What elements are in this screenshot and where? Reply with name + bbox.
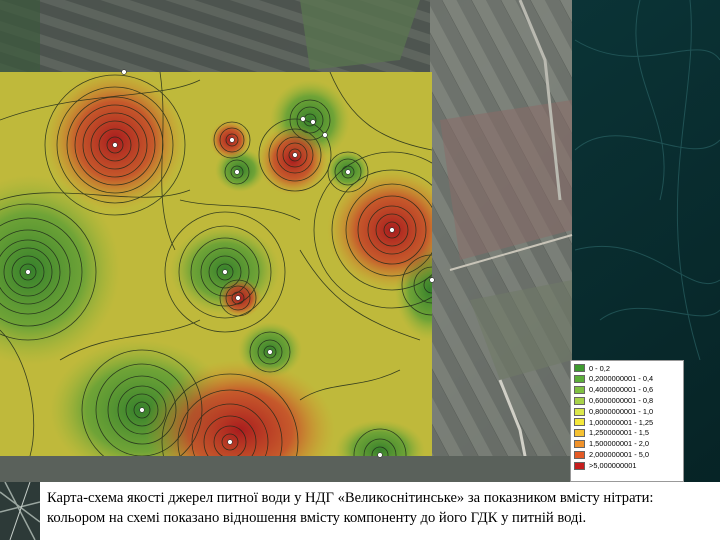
caption: Карта-схема якості джерел питної води у …	[40, 482, 720, 540]
legend-swatch	[574, 396, 585, 405]
legend-label: 1,500000001 - 2,0	[589, 439, 649, 449]
legend-swatch	[574, 429, 585, 438]
well-marker	[267, 349, 273, 355]
well-marker	[229, 137, 235, 143]
legend-item: 0,8000000001 - 1,0	[574, 406, 680, 417]
legend-swatch	[574, 450, 585, 459]
legend-label: 0,4000000001 - 0,6	[589, 385, 654, 395]
legend-label: 1,000000001 - 1,25	[589, 417, 654, 427]
well-marker	[234, 169, 240, 175]
legend-item: 0 - 0,2	[574, 363, 680, 374]
legend-label: >5,000000001	[589, 460, 637, 470]
map-legend: 0 - 0,2 0,2000000001 - 0,4 0,4000000001 - …	[570, 360, 684, 482]
legend-swatch	[574, 407, 585, 416]
legend-swatch	[574, 385, 585, 394]
well-marker	[300, 116, 306, 122]
legend-swatch	[574, 364, 585, 373]
well-marker	[377, 452, 383, 458]
well-marker	[310, 119, 316, 125]
legend-item: 1,500000001 - 2,0	[574, 439, 680, 450]
legend-item: >5,000000001	[574, 460, 680, 471]
caption-line-2: кольором на схемі показано відношення вм…	[47, 510, 587, 526]
well-marker	[222, 269, 228, 275]
well-marker	[227, 439, 233, 445]
legend-label: 0,2000000001 - 0,4	[589, 374, 654, 384]
legend-swatch	[574, 418, 585, 427]
well-marker	[429, 277, 435, 283]
legend-item: 2,000000001 - 5,0	[574, 449, 680, 460]
legend-label: 0,6000000001 - 0,8	[589, 396, 654, 406]
well-marker	[345, 169, 351, 175]
legend-label: 0 - 0,2	[589, 363, 610, 373]
well-marker	[389, 227, 395, 233]
well-marker	[235, 295, 241, 301]
legend-swatch	[574, 461, 585, 470]
legend-item: 1,250000001 - 1,5	[574, 428, 680, 439]
well-marker	[112, 142, 118, 148]
caption-line-1: Карта-схема якості джерел питної води у …	[47, 490, 654, 506]
well-marker	[322, 132, 328, 138]
well-marker	[121, 69, 127, 75]
well-marker	[25, 269, 31, 275]
legend-label: 2,000000001 - 5,0	[589, 450, 649, 460]
nitrate-surface	[0, 72, 432, 456]
legend-swatch	[574, 439, 585, 448]
slide: 0 - 0,2 0,2000000001 - 0,4 0,4000000001 - …	[0, 0, 720, 540]
legend-label: 1,250000001 - 1,5	[589, 428, 649, 438]
legend-item: 1,000000001 - 1,25	[574, 417, 680, 428]
legend-item: 0,6000000001 - 0,8	[574, 395, 680, 406]
corner-image-strip	[0, 482, 40, 540]
well-marker	[139, 407, 145, 413]
legend-swatch	[574, 375, 585, 384]
well-marker	[292, 152, 298, 158]
legend-item: 0,4000000001 - 0,6	[574, 385, 680, 396]
legend-label: 0,8000000001 - 1,0	[589, 406, 654, 416]
legend-item: 0,2000000001 - 0,4	[574, 374, 680, 385]
